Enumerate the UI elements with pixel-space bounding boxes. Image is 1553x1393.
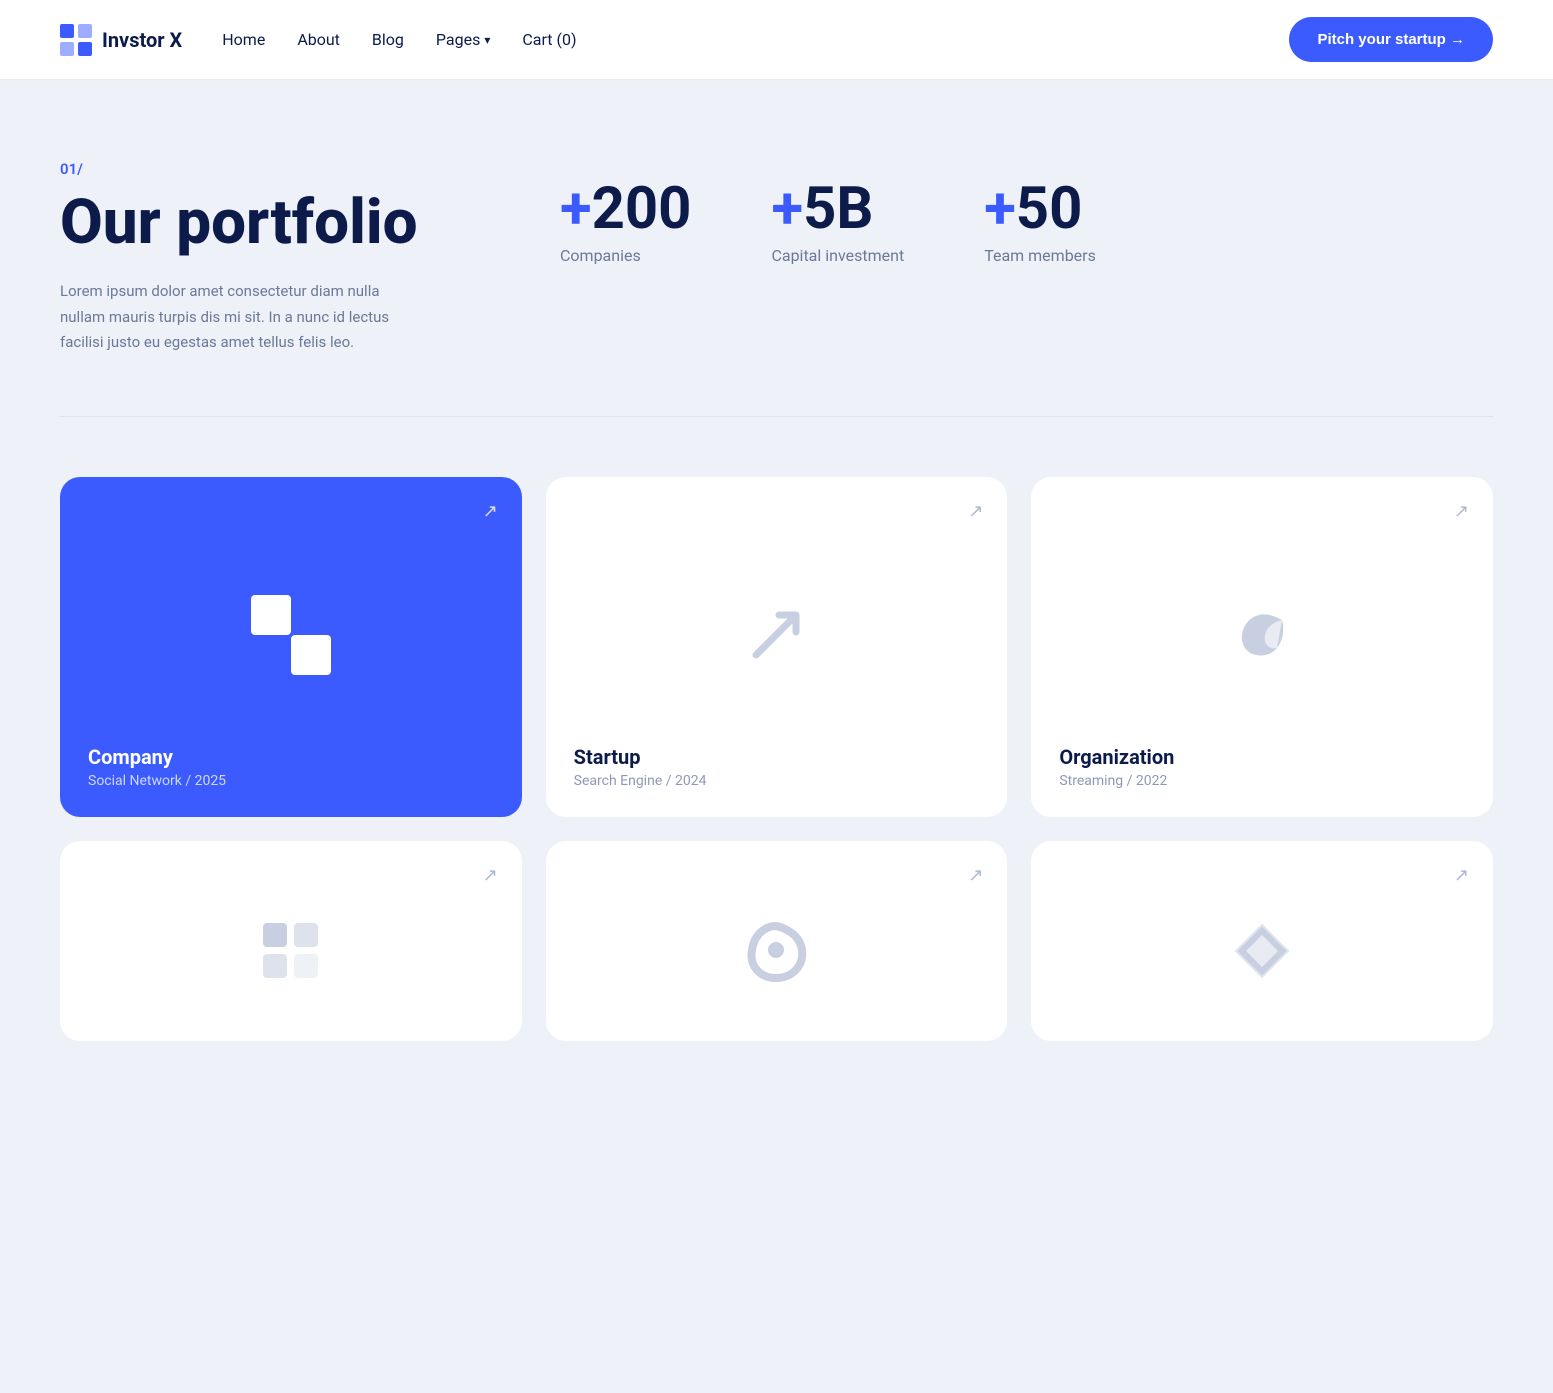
stat-capital-label: Capital investment <box>771 246 904 265</box>
stat-capital-number: +5B <box>771 180 873 238</box>
stat-team-number: +50 <box>984 180 1082 238</box>
card-arrow-icon: ↗ <box>968 501 983 522</box>
card-title: Company <box>88 745 494 769</box>
card-startup[interactable]: ↗ Startup Search Engine / 2024 <box>546 477 1008 817</box>
chevron-down-icon: ▾ <box>484 33 490 47</box>
card-subtitle: Streaming / 2022 <box>1059 773 1465 789</box>
portfolio-grid: ↗ Company Social Network / 2025 ↗ St <box>60 417 1493 1101</box>
card-6[interactable]: ↗ <box>1031 841 1493 1041</box>
card-title: Organization <box>1059 745 1465 769</box>
main-content: 01/ Our portfolio Lorem ipsum dolor amet… <box>0 80 1553 1101</box>
card5-logo-icon <box>744 918 809 983</box>
stats-row: +200 Companies +5B Capital investment +5… <box>560 160 1493 265</box>
section-title: Our portfolio <box>60 190 480 255</box>
startup-logo-icon <box>741 600 811 670</box>
card4-logo-icon <box>258 918 323 983</box>
card-logo <box>574 909 980 993</box>
card-organization[interactable]: ↗ Organization Streaming / 2022 <box>1031 477 1493 817</box>
stat-companies-number: +200 <box>560 180 691 238</box>
nav-left: Invstor X Home About Blog Pages ▾ Cart (… <box>60 24 577 56</box>
stat-companies: +200 Companies <box>560 180 691 265</box>
card-arrow-icon: ↗ <box>968 865 983 886</box>
stat-team-label: Team members <box>984 246 1096 265</box>
card-arrow-icon: ↗ <box>1454 865 1469 886</box>
nav-about[interactable]: About <box>297 30 340 49</box>
org-logo-icon <box>1227 600 1297 670</box>
card-arrow-icon: ↗ <box>483 865 498 886</box>
pitch-startup-button[interactable]: Pitch your startup → <box>1289 17 1493 62</box>
nav-blog[interactable]: Blog <box>372 30 404 49</box>
card-logo <box>574 545 980 725</box>
navbar: Invstor X Home About Blog Pages ▾ Cart (… <box>0 0 1553 80</box>
brand-logo-icon <box>60 24 92 56</box>
stat-capital: +5B Capital investment <box>771 180 904 265</box>
card-company[interactable]: ↗ Company Social Network / 2025 <box>60 477 522 817</box>
card-info: Startup Search Engine / 2024 <box>574 745 980 789</box>
card-subtitle: Search Engine / 2024 <box>574 773 980 789</box>
square-1 <box>251 595 291 635</box>
card-logo <box>88 545 494 725</box>
square-2 <box>291 635 331 675</box>
brand-name: Invstor X <box>102 28 182 52</box>
card-info: Organization Streaming / 2022 <box>1059 745 1465 789</box>
card-5[interactable]: ↗ <box>546 841 1008 1041</box>
nav-cart[interactable]: Cart (0) <box>522 30 576 49</box>
nav-home[interactable]: Home <box>222 30 265 49</box>
nav-pages[interactable]: Pages ▾ <box>436 30 490 49</box>
company-logo-icon <box>251 595 331 675</box>
card-arrow-icon: ↗ <box>1454 501 1469 522</box>
section-number: 01/ <box>60 160 480 178</box>
stat-team: +50 Team members <box>984 180 1096 265</box>
card-logo <box>88 909 494 993</box>
card-info: Company Social Network / 2025 <box>88 745 494 789</box>
card-subtitle: Social Network / 2025 <box>88 773 494 789</box>
card6-logo-icon <box>1232 921 1292 981</box>
section-description: Lorem ipsum dolor amet consectetur diam … <box>60 279 400 356</box>
nav-links: Home About Blog Pages ▾ Cart (0) <box>222 30 576 49</box>
brand: Invstor X <box>60 24 182 56</box>
card-4[interactable]: ↗ <box>60 841 522 1041</box>
card-arrow-icon: ↗ <box>483 501 498 522</box>
portfolio-hero: 01/ Our portfolio Lorem ipsum dolor amet… <box>60 80 1493 416</box>
stat-companies-label: Companies <box>560 246 641 265</box>
card-logo <box>1059 909 1465 993</box>
card-logo <box>1059 545 1465 725</box>
portfolio-left: 01/ Our portfolio Lorem ipsum dolor amet… <box>60 160 480 356</box>
card-title: Startup <box>574 745 980 769</box>
